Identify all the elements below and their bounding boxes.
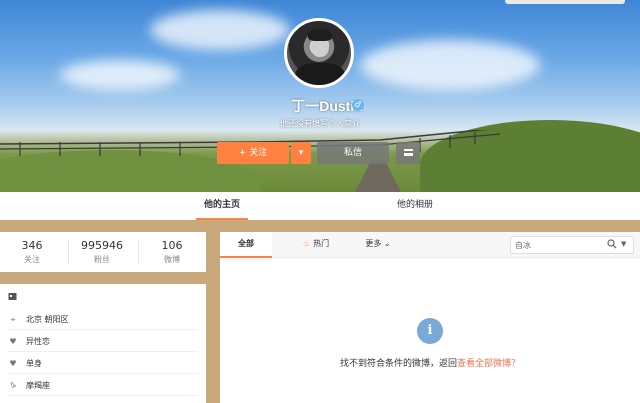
tab-home[interactable]: 他的主页 (196, 192, 248, 220)
stat-label: 关注 (24, 255, 40, 264)
profile-name: 丁一Dustin (291, 98, 363, 114)
stat-value: 106 (161, 239, 183, 252)
empty-message-text: 找不到符合条件的微博，返回 (339, 359, 457, 369)
caret-down-icon: ▾ (298, 148, 304, 158)
chevron-down-icon: ⌄ (383, 239, 391, 248)
cloud-decoration (150, 10, 290, 50)
divider (138, 240, 139, 264)
view-all-posts-link[interactable]: 查看全部微博？ (457, 359, 520, 369)
menu-icon (403, 149, 413, 156)
feed-tab-hot-label: 热门 (313, 239, 330, 248)
stat-followers[interactable]: 995946 粉丝 (72, 239, 132, 265)
follow-button[interactable]: + 关注 (217, 142, 289, 164)
divider (68, 240, 69, 264)
feed-panel: 全部 ♨热门 更多 ⌄ ▼ i 找不到符合条件的微博，返回查看全部微博？ (220, 232, 640, 403)
more-menu-button[interactable] (396, 142, 420, 164)
message-button[interactable]: 私信 (317, 142, 389, 164)
info-row-location: ⌖ 北京 朝阳区 (8, 310, 198, 330)
profile-tab-nav: 他的主页 他的相册 (0, 192, 640, 220)
fire-icon: ♨ (302, 239, 311, 248)
stat-label: 粉丝 (94, 255, 110, 264)
feed-tab-all[interactable]: 全部 (220, 232, 272, 258)
feed-tabs: 全部 ♨热门 更多 ⌄ ▼ (220, 232, 640, 258)
zodiac-icon: ♑ (9, 381, 17, 390)
profile-info-card: ⌖ 北京 朝阳区 ♥ 异性恋 ♥ 单身 ♑ 摩羯座 (0, 284, 206, 403)
cloud-decoration (60, 60, 180, 90)
heart-icon: ♥ (9, 337, 17, 346)
feed-tab-hot[interactable]: ♨ 热门 (296, 232, 336, 258)
top-bar-fragment (505, 0, 625, 4)
male-icon: ♂ (352, 99, 364, 111)
cloud-decoration (360, 40, 540, 90)
stat-following[interactable]: 346 关注 (2, 239, 62, 265)
info-row-zodiac: ♑ 摩羯座 (8, 376, 198, 396)
stat-posts[interactable]: 106 微博 (142, 239, 202, 265)
follow-dropdown-button[interactable]: ▾ (291, 142, 311, 164)
profile-card-icon (8, 292, 18, 302)
info-text: 异性恋 (26, 337, 50, 346)
tab-album[interactable]: 他的相册 (385, 192, 445, 220)
location-icon: ⌖ (10, 315, 16, 324)
info-row-orientation: ♥ 异性恋 (8, 332, 198, 352)
info-row-relationship: ♥ 单身 (8, 354, 198, 374)
relationship-icon: ♥ (9, 359, 17, 368)
stat-value: 346 (21, 239, 43, 252)
empty-state-message: 找不到符合条件的微博，返回查看全部微博？ (220, 356, 640, 369)
profile-bio: 他还没有填写个人简介 (280, 119, 360, 128)
info-text: 摩羯座 (26, 381, 50, 390)
info-icon: i (417, 318, 443, 344)
search-icon[interactable] (607, 239, 617, 249)
feed-search: ▼ (510, 236, 634, 254)
caret-down-icon[interactable]: ▼ (621, 240, 626, 248)
avatar[interactable] (284, 18, 354, 88)
stats-card: 346 关注 995946 粉丝 106 微博 (0, 232, 206, 272)
feed-tab-more[interactable]: 更多 ⌄ (358, 232, 398, 258)
stat-label: 微博 (164, 255, 180, 264)
search-input[interactable] (515, 239, 603, 251)
stat-value: 995946 (81, 239, 123, 252)
info-text: 单身 (26, 359, 42, 368)
road-decoration (355, 160, 401, 192)
info-text: 北京 朝阳区 (26, 315, 69, 324)
feed-tab-more-label: 更多 (365, 239, 382, 248)
